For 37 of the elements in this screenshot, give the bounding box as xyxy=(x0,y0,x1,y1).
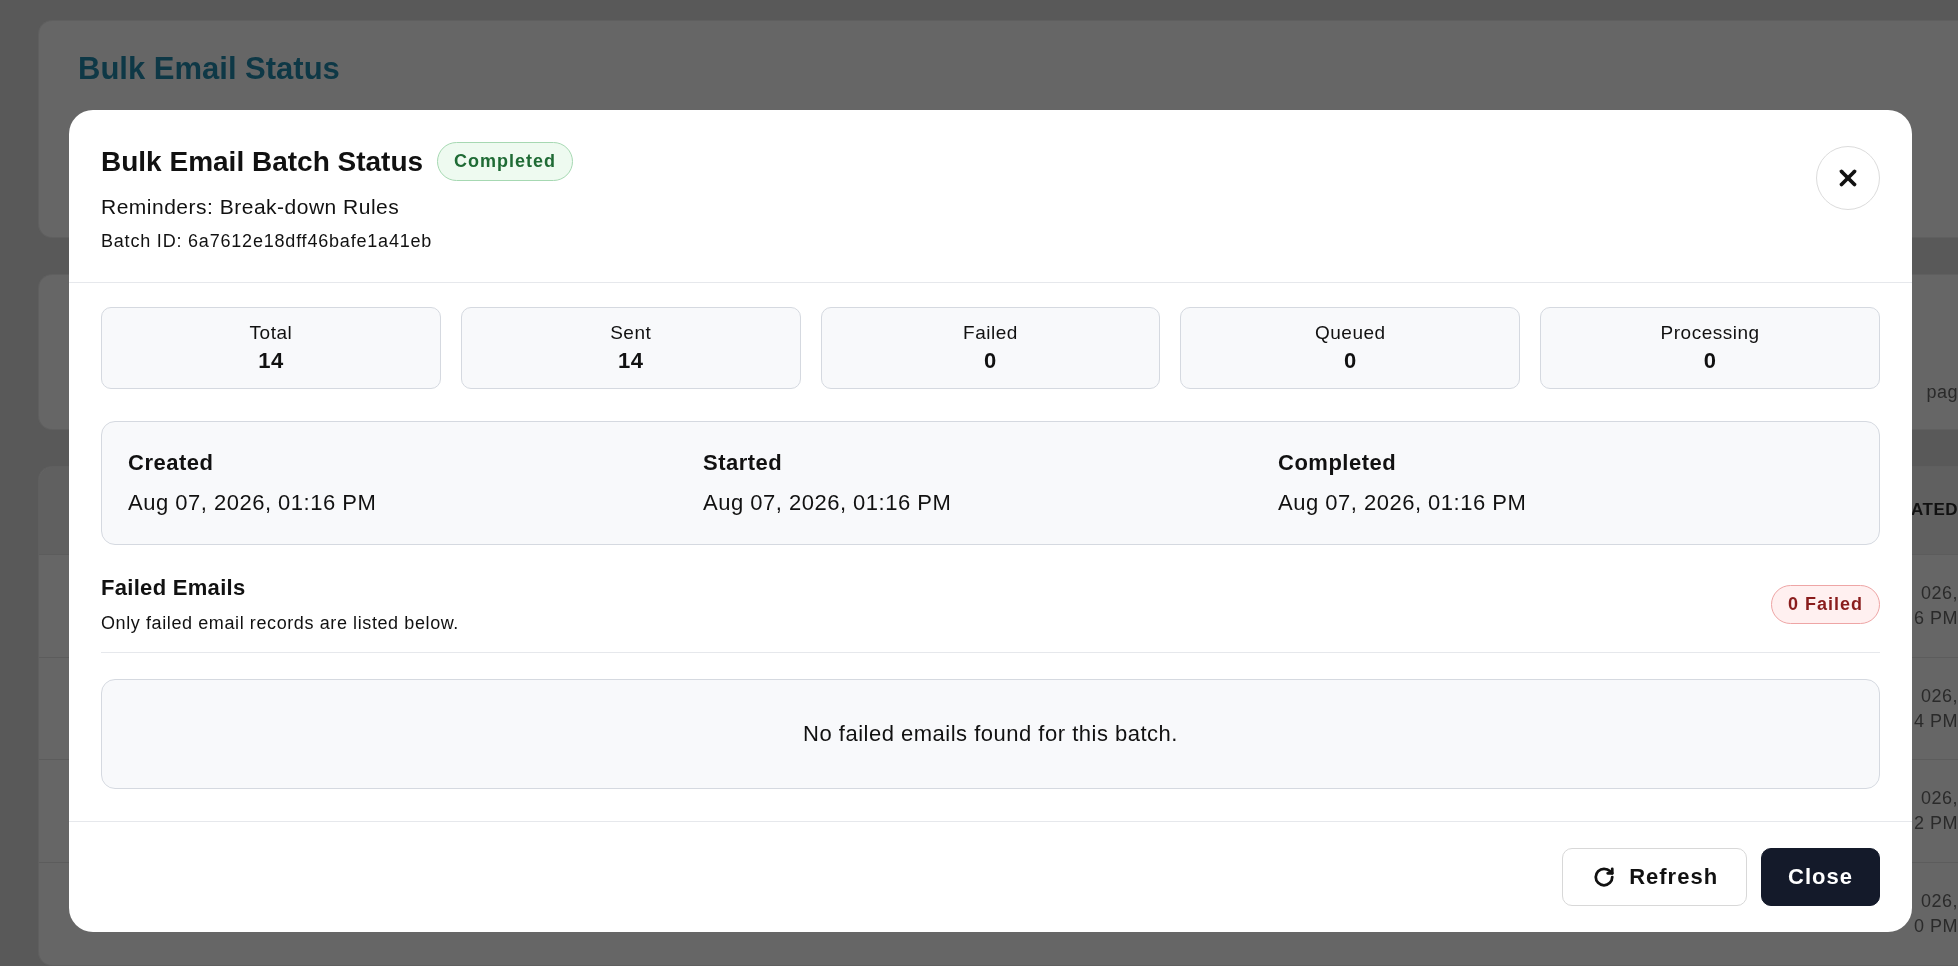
table-cell: 026, xyxy=(1920,685,1958,707)
table-cell: 026, xyxy=(1920,582,1958,604)
date-value: Aug 07, 2026, 01:16 PM xyxy=(128,490,378,516)
table-cell: 026, xyxy=(1920,788,1958,810)
date-label: Completed xyxy=(1278,450,1398,476)
empty-state-message: No failed emails found for this batch. xyxy=(101,679,1880,789)
stat-label: Processing xyxy=(1660,322,1760,344)
table-cell: 6 PM xyxy=(1914,607,1958,629)
stat-value: 0 xyxy=(984,348,997,374)
date-value: Aug 07, 2026, 01:16 PM xyxy=(1278,490,1528,516)
summary-text: pag xyxy=(1925,382,1958,403)
page-title: Bulk Email Status xyxy=(77,50,341,87)
section-description: Only failed email records are listed below. xyxy=(101,613,459,634)
close-dialog-button[interactable]: Close xyxy=(1761,848,1880,906)
failed-count-badge: 0 Failed xyxy=(1770,585,1880,624)
stat-value: 14 xyxy=(617,348,644,374)
stat-value: 0 xyxy=(1343,348,1357,374)
date-label: Started xyxy=(703,450,784,476)
stat-label: Total xyxy=(249,322,293,344)
dialog-title: Bulk Email Batch Status xyxy=(101,145,424,178)
stat-label: Failed xyxy=(963,322,1018,344)
table-cell: 0 PM xyxy=(1914,916,1958,938)
batch-name: Reminders: Break-down Rules xyxy=(101,195,401,219)
table-cell: 4 PM xyxy=(1914,710,1958,732)
batch-id: Batch ID: 6a7612e18dff46bafe1a41eb xyxy=(101,231,434,252)
refresh-button[interactable]: Refresh xyxy=(1562,848,1748,906)
date-value: Aug 07, 2026, 01:16 PM xyxy=(703,490,953,516)
stat-value: 0 xyxy=(1703,348,1717,374)
table-cell: 026, xyxy=(1920,891,1958,913)
stat-label: Queued xyxy=(1314,322,1386,344)
status-badge: Completed xyxy=(437,142,574,181)
refresh-icon xyxy=(1593,866,1616,888)
stat-label: Sent xyxy=(610,322,652,344)
table-cell: 2 PM xyxy=(1914,813,1958,835)
section-title: Failed Emails xyxy=(101,575,247,601)
stat-value: 14 xyxy=(258,348,284,374)
date-label: Created xyxy=(128,450,215,476)
